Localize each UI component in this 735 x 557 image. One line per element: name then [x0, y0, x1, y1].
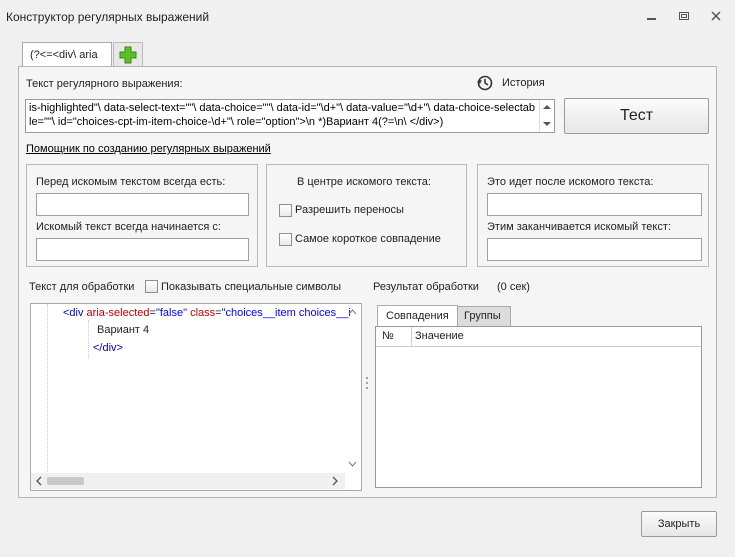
- maximize-button[interactable]: [672, 6, 696, 26]
- tab-matches-label: Совпадения: [386, 310, 449, 322]
- code-tag: <div: [63, 307, 87, 319]
- scroll-thumb[interactable]: [47, 477, 84, 485]
- shortest-match-checkbox[interactable]: [279, 233, 292, 246]
- result-label: Результат обработки: [373, 281, 479, 293]
- grip-icon: [366, 377, 368, 389]
- code-attr: aria-selected: [86, 307, 150, 319]
- before-text-input[interactable]: [36, 193, 249, 216]
- close-icon: [711, 11, 721, 21]
- column-header-value[interactable]: Значение: [415, 330, 464, 342]
- source-text-editor[interactable]: <div aria-selected="false" class="choice…: [30, 303, 362, 491]
- allow-newlines-label: Разрешить переносы: [295, 204, 404, 216]
- splitter-handle[interactable]: [365, 375, 369, 391]
- center-title: В центре искомого текста:: [297, 176, 431, 188]
- tab-label: (?<=<div\ aria: [30, 49, 98, 61]
- results-table[interactable]: № Значение: [375, 326, 702, 488]
- before-label: Перед искомым текстом всегда есть:: [36, 176, 226, 188]
- tab-regex-1[interactable]: (?<=<div\ aria: [22, 42, 112, 67]
- code-value: "false": [155, 307, 188, 319]
- window-title: Конструктор регулярных выражений: [6, 10, 210, 24]
- ends-with-label: Этим заканчивается искомый текст:: [487, 221, 671, 233]
- restore-icon: [679, 12, 689, 20]
- title-bar: Конструктор регулярных выражений: [0, 0, 735, 32]
- regex-label: Текст регулярного выражения:: [26, 78, 183, 90]
- tab-matches[interactable]: Совпадения: [377, 305, 458, 326]
- code-attr: class: [187, 307, 216, 319]
- close-window-button[interactable]: [704, 6, 728, 26]
- column-divider: [411, 327, 412, 346]
- add-tab-button[interactable]: [113, 42, 143, 67]
- editor-vertical-scrollbar[interactable]: [345, 304, 360, 472]
- minimize-icon: [647, 18, 656, 20]
- regex-input[interactable]: is-highlighted"\ data-select-text=""\ da…: [25, 99, 555, 133]
- special-chars-label: Показывать специальные символы: [161, 281, 342, 293]
- special-chars-checkbox[interactable]: [145, 280, 158, 293]
- test-button[interactable]: Тест: [564, 98, 709, 134]
- scroll-up-icon: [543, 105, 551, 109]
- scroll-left-icon: [36, 476, 42, 486]
- code-value: "choices__item choices__i: [221, 307, 351, 319]
- after-text-input[interactable]: [487, 193, 702, 216]
- regex-helper-link[interactable]: Помощник по созданию регулярных выражени…: [26, 143, 271, 155]
- source-label: Текст для обработки: [29, 281, 135, 293]
- close-button[interactable]: Закрыть: [641, 511, 717, 537]
- column-header-number[interactable]: №: [382, 330, 394, 342]
- regex-text: is-highlighted"\ data-select-text=""\ da…: [29, 102, 535, 128]
- gutter-line: [47, 304, 49, 472]
- scroll-down-icon: [348, 461, 357, 467]
- code-line-1: <div aria-selected="false" class="choice…: [63, 307, 351, 319]
- shortest-match-label: Самое короткое совпадение: [295, 233, 441, 245]
- history-icon: [477, 75, 493, 91]
- after-label: Это идет после искомого текста:: [487, 176, 654, 188]
- plus-icon: [119, 46, 137, 64]
- history-label: История: [502, 77, 545, 89]
- code-line-3: </div>: [93, 342, 123, 354]
- tab-groups[interactable]: Группы: [457, 306, 511, 326]
- editor-horizontal-scrollbar[interactable]: [31, 473, 345, 489]
- allow-newlines-checkbox[interactable]: [279, 204, 292, 217]
- starts-with-label: Искомый текст всегда начинается с:: [36, 221, 221, 233]
- table-header: № Значение: [376, 327, 701, 347]
- regex-scrollbar[interactable]: [539, 100, 554, 132]
- scroll-right-icon: [332, 476, 338, 486]
- tab-groups-label: Группы: [464, 310, 501, 322]
- starts-with-input[interactable]: [36, 238, 249, 261]
- result-time: (0 сек): [497, 281, 530, 293]
- code-line-2: Вариант 4: [97, 324, 150, 336]
- scroll-down-icon: [543, 122, 551, 126]
- minimize-button[interactable]: [640, 6, 664, 26]
- ends-with-input[interactable]: [487, 238, 702, 261]
- scroll-up-icon: [348, 309, 357, 315]
- indent-guide: [88, 320, 90, 358]
